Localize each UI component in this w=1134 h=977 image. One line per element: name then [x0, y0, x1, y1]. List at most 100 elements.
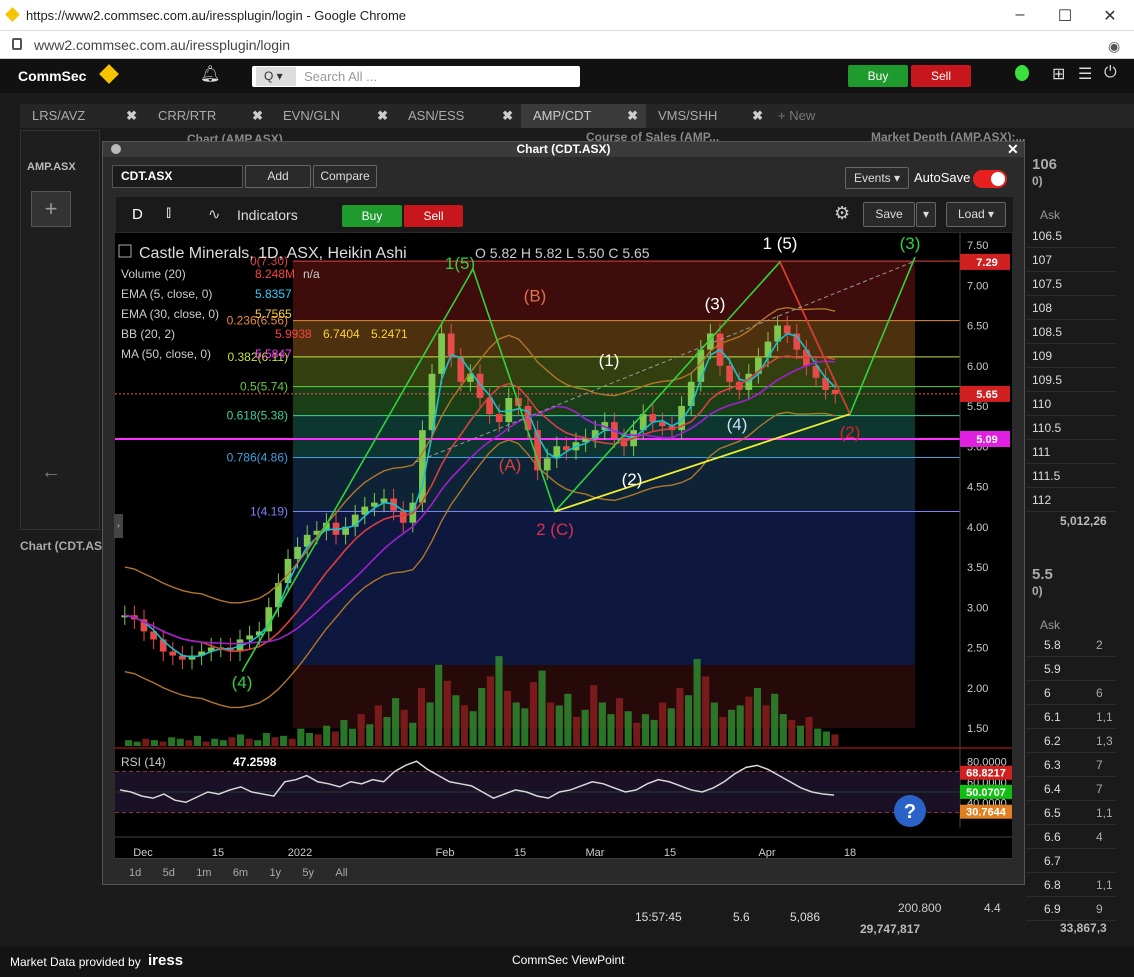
compare-button[interactable]: Compare	[313, 165, 377, 188]
close-tab-icon[interactable]: ✖	[252, 104, 263, 128]
save-dropdown-icon[interactable]: ▾	[916, 202, 936, 227]
chart-sell-button[interactable]: Sell	[404, 205, 463, 227]
range-selector: 1d 5d 1m 6m 1y 5y All	[115, 858, 1012, 882]
legend-value: n/a	[303, 267, 320, 281]
autosave-toggle[interactable]	[973, 170, 1007, 188]
arrow-left-icon[interactable]: ←	[41, 461, 61, 484]
x-tick-label: 15	[664, 847, 676, 858]
range-5y[interactable]: 5y	[302, 867, 314, 879]
load-dropdown[interactable]: Load ▾	[946, 202, 1006, 227]
candlestick-type-icon[interactable]: ⫾	[166, 204, 171, 222]
depth-top-price: 106	[1032, 156, 1058, 173]
volume-bar	[392, 698, 400, 746]
autosave-label: AutoSave	[914, 170, 971, 185]
candle	[169, 651, 177, 656]
depth-total: 5,012,26	[1060, 514, 1107, 528]
candle	[543, 458, 551, 471]
search-bar[interactable]: Q ▾ Search All ...	[252, 66, 580, 87]
depth2-price: 5.5	[1032, 566, 1053, 583]
chart-window-title: Chart (CDT.ASX)	[103, 142, 1024, 157]
volume-bar	[297, 728, 305, 746]
settings-gear-icon[interactable]: ⚙	[834, 203, 850, 224]
save-button[interactable]: Save	[863, 202, 915, 227]
depth2-row: 5.8 2	[1026, 633, 1116, 657]
chart-title: Castle Minerals, 1D, ASX, Heikin Ashi	[139, 245, 407, 262]
legend-name: BB (20, 2)	[121, 327, 175, 341]
fib-band	[293, 386, 915, 416]
range-6m[interactable]: 6m	[233, 867, 248, 879]
fib-band	[293, 261, 915, 321]
bell-icon[interactable]: 🔔︎	[200, 64, 220, 84]
range-1d[interactable]: 1d	[129, 867, 141, 879]
volume-bar	[142, 738, 150, 746]
volume-bar	[753, 688, 761, 746]
header-sell-button[interactable]: Sell	[911, 65, 971, 87]
tab-crr-rtr[interactable]: CRR/RTR ✖	[146, 104, 271, 128]
events-dropdown[interactable]: Events ▾	[845, 167, 909, 189]
chart-buy-button[interactable]: Buy	[342, 205, 402, 227]
depth2-row: 6.1 1,1	[1026, 705, 1116, 729]
address-bar[interactable]: www2.commsec.com.au/iressplugin/login ◉	[0, 31, 1134, 59]
interval-selector[interactable]: D	[132, 206, 143, 223]
power-icon[interactable]: ⏻	[1104, 64, 1117, 82]
tab-asn-ess[interactable]: ASN/ESS ✖	[396, 104, 521, 128]
volume-bar	[288, 738, 296, 746]
eye-icon[interactable]: ◉	[1108, 38, 1120, 55]
close-window-icon[interactable]: ✕	[1100, 6, 1120, 26]
legend-name: Volume (20)	[121, 267, 186, 281]
header-buy-button[interactable]: Buy	[848, 65, 908, 87]
volume-bar	[323, 725, 331, 746]
minimize-icon[interactable]: –	[1010, 6, 1030, 24]
volume-bar	[555, 705, 563, 746]
volume-bar	[271, 737, 279, 746]
maximize-icon[interactable]: ☐	[1055, 6, 1075, 26]
add-window-icon[interactable]: ⊞	[1052, 64, 1065, 84]
url-text[interactable]: www2.commsec.com.au/iressplugin/login	[34, 37, 290, 53]
new-tab-button[interactable]: + New	[774, 104, 844, 128]
close-chart-window-icon[interactable]: ✕	[1007, 141, 1019, 158]
indicators-button[interactable]: Indicators	[237, 207, 298, 223]
x-tick-label: 18	[844, 847, 856, 858]
menu-icon[interactable]: ☰	[1078, 64, 1092, 84]
volume-bar	[572, 717, 581, 746]
close-tab-icon[interactable]: ✖	[377, 104, 388, 128]
footer-data-provider: Market Data provided by	[10, 955, 141, 969]
add-button[interactable]: Add	[245, 165, 311, 188]
volume-bar	[452, 695, 460, 746]
tab-evn-gln[interactable]: EVN/GLN ✖	[271, 104, 396, 128]
depth2-row: 6.6 4	[1026, 825, 1116, 849]
crosshair-tool-icon[interactable]: +	[31, 191, 71, 227]
close-tab-icon[interactable]: ✖	[752, 104, 763, 128]
volume-bar	[305, 732, 314, 746]
range-all[interactable]: All	[335, 867, 347, 879]
range-5d[interactable]: 5d	[163, 867, 175, 879]
close-tab-icon[interactable]: ✖	[502, 104, 513, 128]
legend-value: 8.248M	[255, 267, 295, 281]
indicators-icon[interactable]: ∿	[208, 205, 221, 223]
range-1y[interactable]: 1y	[269, 867, 281, 879]
symbol-input[interactable]: CDT.ASX	[112, 165, 243, 188]
tab-amp-cdt[interactable]: AMP/CDT ✖	[521, 104, 646, 128]
volume-bar	[331, 731, 339, 746]
volume-bar	[796, 725, 805, 746]
search-scope-dropdown[interactable]: Q ▾	[256, 67, 296, 86]
volume-bar	[435, 664, 443, 746]
close-tab-icon[interactable]: ✖	[126, 104, 137, 128]
range-1m[interactable]: 1m	[196, 867, 211, 879]
volume-bar	[590, 685, 598, 746]
tab-lrs-avz[interactable]: LRS/AVZ ✖	[20, 104, 145, 128]
left-bottom-tab[interactable]: Chart (CDT.ASX	[20, 539, 110, 553]
chart-canvas[interactable]: 0(7.30)0.236(6.56)0.382(6.11)0.5(5.74)0.…	[115, 233, 1012, 859]
price-chart[interactable]: 0(7.30) 0.236(6.56) 0.382(6.11) 0.5(5.74) 0.…	[115, 233, 1012, 859]
search-input[interactable]: Search All ...	[304, 69, 377, 84]
volume-bar	[624, 711, 632, 746]
connection-status-icon[interactable]	[1015, 65, 1029, 81]
wave-label: 1 (5)	[763, 234, 798, 253]
panel-collapse-handle[interactable]: ›	[114, 514, 123, 538]
tab-vms-shh[interactable]: VMS/SHH ✖	[646, 104, 771, 128]
close-tab-icon[interactable]: ✖	[627, 104, 638, 128]
fib-band	[293, 415, 915, 458]
x-tick-label: 15	[212, 847, 224, 858]
volume-bar	[736, 705, 744, 746]
volume-bar	[236, 734, 245, 746]
